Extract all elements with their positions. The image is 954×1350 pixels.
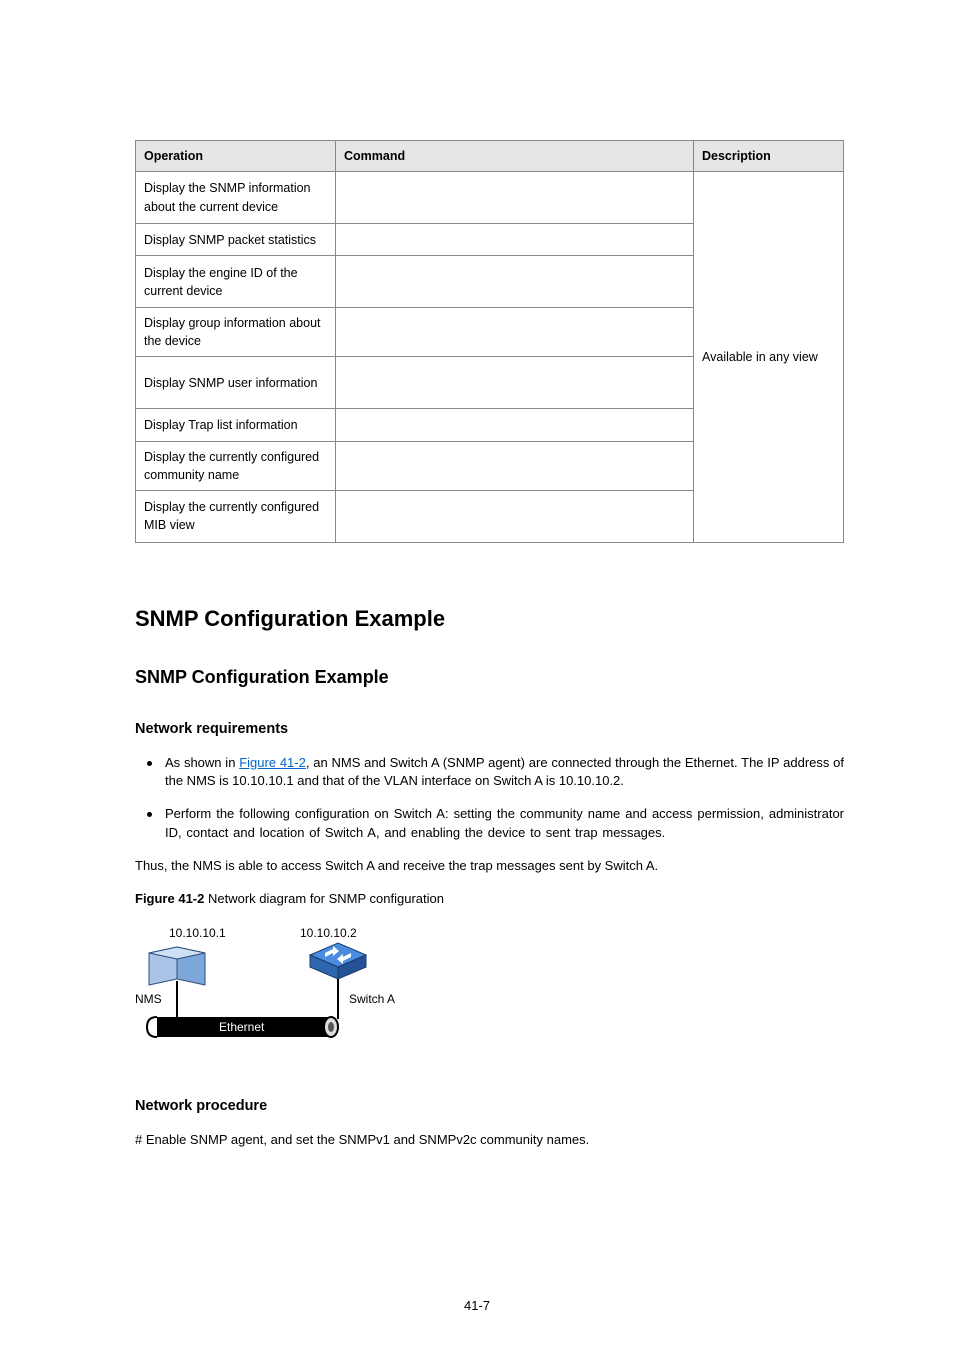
page-container: Operation Command Description Display th… <box>0 0 954 1350</box>
ethernet-label: Ethernet <box>219 1020 265 1034</box>
cmd-cell: display snmp-agent group [ group-name ] <box>336 308 694 357</box>
op-cell: Display SNMP user information <box>136 357 336 409</box>
step1-paragraph: # Enable SNMP agent, and set the SNMPv1 … <box>135 1131 844 1150</box>
figure-caption-label: Figure 41-2 <box>135 891 204 906</box>
figure-link[interactable]: Figure 41-2 <box>239 755 306 770</box>
switch-label: Switch A <box>349 992 395 1006</box>
thus-paragraph: Thus, the NMS is able to access Switch A… <box>135 857 844 876</box>
switch-icon <box>310 943 366 1019</box>
heading-net-proc: Network procedure <box>135 1096 844 1117</box>
th-description: Description <box>694 141 844 172</box>
cmd-cell: display snmp-agent trap-list <box>336 409 694 441</box>
cmd-cell: display snmp-agent statistics <box>336 223 694 255</box>
cmd-cell: display snmp-agent { local-engineid | re… <box>336 256 694 308</box>
nms-icon <box>149 947 205 1019</box>
cmd-cell: display snmp-agent usm-user [ engineid e… <box>336 357 694 409</box>
heading-h2: SNMP Configuration Example <box>135 664 844 690</box>
figure-caption-text: Network diagram for SNMP configuration <box>204 891 444 906</box>
ip-right-label: 10.10.10.2 <box>300 926 357 940</box>
remarks-cell: Available in any view <box>694 172 844 542</box>
op-cell: Display group information about the devi… <box>136 308 336 357</box>
bullet-list: As shown in Figure 41-2, an NMS and Swit… <box>135 754 844 843</box>
op-cell: Display the SNMP information about the c… <box>136 172 336 224</box>
li-text-pre: As shown in <box>165 755 239 770</box>
th-operation: Operation <box>136 141 336 172</box>
op-cell: Display SNMP packet statistics <box>136 223 336 255</box>
diagram-svg: 10.10.10.1 10.10.10.2 NMS Switch A <box>135 923 415 1063</box>
cmd-cell: display snmp-agent mib-view [ exclude | … <box>336 490 694 542</box>
network-diagram: 10.10.10.1 10.10.10.2 NMS Switch A <box>135 923 415 1069</box>
heading-net-req: Network requirements <box>135 719 844 740</box>
op-cell: Display the currently configured MIB vie… <box>136 490 336 542</box>
page-number: 41-7 <box>0 1297 954 1316</box>
li-text-pre: Perform the following configuration on S… <box>165 806 844 840</box>
cmd-cell: display snmp-agent sys-info [ contact | … <box>336 172 694 224</box>
list-item: Perform the following configuration on S… <box>135 805 844 843</box>
op-cell: Display the engine ID of the current dev… <box>136 256 336 308</box>
table-row: Display the SNMP information about the c… <box>136 172 844 224</box>
snmp-display-table: Operation Command Description Display th… <box>135 140 844 543</box>
op-cell: Display Trap list information <box>136 409 336 441</box>
th-command: Command <box>336 141 694 172</box>
nms-label: NMS <box>135 992 162 1006</box>
list-item: As shown in Figure 41-2, an NMS and Swit… <box>135 754 844 792</box>
heading-h1: SNMP Configuration Example <box>135 603 844 635</box>
op-cell: Display the currently configured communi… <box>136 441 336 490</box>
figure-caption: Figure 41-2 Network diagram for SNMP con… <box>135 890 844 909</box>
ethernet-bar: Ethernet <box>147 1017 338 1037</box>
cmd-cell: display snmp-agent community [ read | wr… <box>336 441 694 490</box>
ip-left-label: 10.10.10.1 <box>169 926 226 940</box>
